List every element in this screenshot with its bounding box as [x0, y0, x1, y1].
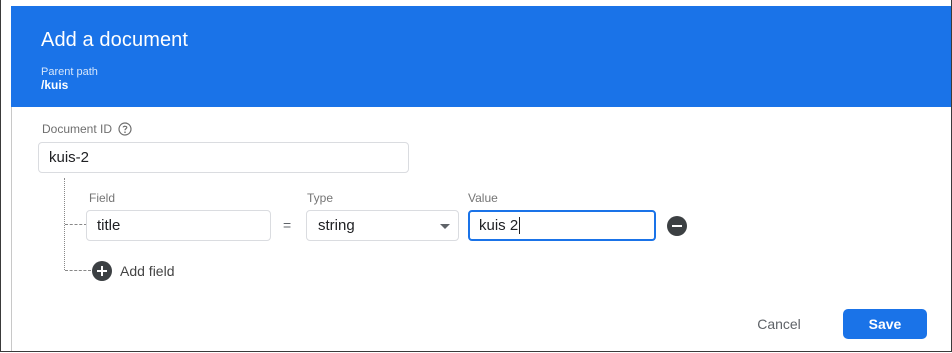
text-cursor: [519, 217, 521, 234]
dialog-title: Add a document: [41, 29, 189, 51]
tree-connector-add: [65, 270, 91, 271]
type-select[interactable]: string: [306, 210, 459, 241]
add-field-label: Add field: [120, 263, 175, 279]
parent-path-label: Parent path: [41, 66, 98, 78]
document-id-label: Document ID: [42, 122, 132, 136]
field-value-input[interactable]: kuis 2: [468, 210, 656, 241]
add-document-dialog: Add a document Parent path /kuis Documen…: [0, 0, 952, 352]
document-id-input[interactable]: kuis-2: [38, 142, 409, 173]
add-circle-icon: [92, 261, 112, 281]
equals-sign: =: [283, 217, 292, 233]
field-name-input[interactable]: title: [86, 210, 271, 241]
left-divider: [11, 107, 12, 351]
document-id-label-text: Document ID: [42, 122, 113, 136]
field-value-text: kuis 2: [479, 217, 519, 234]
add-field-button[interactable]: Add field: [92, 261, 174, 281]
tree-connector-field: [65, 224, 87, 225]
cancel-button[interactable]: Cancel: [737, 309, 821, 339]
save-button[interactable]: Save: [843, 309, 927, 339]
dropdown-arrow-icon: [440, 224, 450, 229]
type-select-value: string: [318, 217, 355, 234]
parent-path-value: /kuis: [41, 78, 69, 92]
remove-field-icon[interactable]: [667, 216, 687, 236]
help-circle-icon[interactable]: [118, 122, 132, 136]
dialog-header: Add a document Parent path /kuis: [11, 6, 951, 107]
value-column-header: Value: [468, 191, 498, 205]
field-column-header: Field: [89, 191, 116, 205]
type-column-header: Type: [307, 191, 334, 205]
